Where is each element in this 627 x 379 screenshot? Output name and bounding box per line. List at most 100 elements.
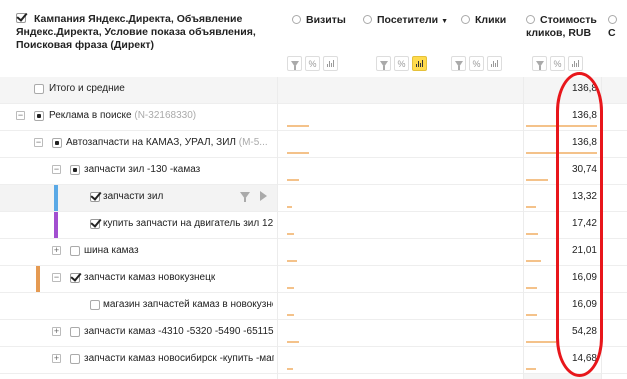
column-header-click-cost[interactable]: Стоимость кликов, RUB <box>526 14 598 40</box>
row-actions <box>240 191 267 202</box>
sort-desc-icon[interactable]: ▼ <box>441 18 448 25</box>
percent-button[interactable]: % <box>550 56 565 71</box>
filter-icon[interactable] <box>376 56 391 71</box>
row-label: запчасти камаз новосибирск -купить -мага… <box>84 353 274 364</box>
click-cost-bar <box>526 233 538 235</box>
visits-bar <box>287 233 294 235</box>
checkbox[interactable] <box>34 111 44 121</box>
table-row-hovered[interactable]: запчасти зил 13,32 <box>0 185 627 212</box>
click-cost-bar <box>526 206 536 208</box>
chart-bars-icon[interactable] <box>412 56 427 71</box>
checkbox[interactable] <box>90 300 100 310</box>
visits-bar <box>287 368 293 370</box>
column-divider <box>277 77 278 379</box>
table-row[interactable]: − запчасти камаз новокузнецк 16,09 <box>0 266 627 293</box>
column-header-visitors[interactable]: Посетители ▼ <box>363 14 448 28</box>
play-icon[interactable] <box>260 191 267 201</box>
radio-icon[interactable] <box>526 15 535 24</box>
filter-icon[interactable] <box>532 56 547 71</box>
chart-bars-icon[interactable] <box>487 56 502 71</box>
tree-cell: + шина камаз <box>0 239 277 265</box>
expand-icon[interactable]: + <box>52 327 61 336</box>
collapse-icon[interactable]: − <box>52 273 61 282</box>
column-header-campaign-label: Кампания Яндекс.Директа, Объявление Янде… <box>16 13 256 51</box>
click-cost-bar <box>526 368 536 370</box>
filter-icon[interactable] <box>240 192 250 202</box>
tree-cell: + запчасти камаз новосибирск -купить -ма… <box>0 347 277 373</box>
checkbox[interactable] <box>70 165 80 175</box>
row-label: Итого и средние <box>49 83 125 94</box>
series-color-marker <box>54 212 58 238</box>
checkbox-checked-icon[interactable] <box>90 219 100 229</box>
series-color-marker <box>36 266 40 292</box>
table-row[interactable]: + запчасти камаз новосибирск -купить -ма… <box>0 347 627 374</box>
row-label: Автозапчасти на КАМАЗ, УРАЛ, ЗИЛ (M-5... <box>66 137 268 148</box>
radio-icon[interactable] <box>363 15 372 24</box>
row-label: запчасти камаз -4310 -5320 -5490 -65115 … <box>84 326 274 337</box>
visits-bar <box>287 314 294 316</box>
tree-cell: − запчасти камаз новокузнецк <box>0 266 277 292</box>
percent-button[interactable]: % <box>305 56 320 71</box>
row-label: магазин запчастей камаз в новокузне... <box>103 299 273 310</box>
radio-icon[interactable] <box>461 15 470 24</box>
percent-button[interactable]: % <box>469 56 484 71</box>
click-cost-bar <box>526 341 556 343</box>
checkbox-checked-icon[interactable] <box>16 13 26 23</box>
table-row[interactable]: − Реклама в поиске (N-32168330) 136,8 <box>0 104 627 131</box>
radio-icon[interactable] <box>292 15 301 24</box>
table-row[interactable]: купить запчасти на двигатель зил 120 ...… <box>0 212 627 239</box>
checkbox[interactable] <box>70 354 80 364</box>
radio-icon[interactable] <box>608 15 617 24</box>
visits-bar <box>287 260 297 262</box>
table-row[interactable]: + запчасти камаз -4310 -5320 -5490 -6511… <box>0 320 627 347</box>
row-label: Реклама в поиске (N-32168330) <box>49 110 197 121</box>
row-label: запчасти камаз новокузнецк <box>84 272 216 283</box>
expand-icon[interactable]: + <box>52 246 61 255</box>
row-label: шина камаз <box>84 245 139 256</box>
column-header-next[interactable]: С <box>608 14 627 40</box>
column-header-clicks[interactable]: Клики <box>461 14 506 27</box>
percent-button[interactable]: % <box>394 56 409 71</box>
tree-cell: + запчасти камаз -4310 -5320 -5490 -6511… <box>0 320 277 346</box>
visits-tools: % <box>287 56 338 71</box>
filter-icon[interactable] <box>287 56 302 71</box>
chart-bars-icon[interactable] <box>568 56 583 71</box>
expand-icon[interactable]: + <box>52 354 61 363</box>
visitors-tools: % <box>376 56 427 71</box>
visits-bar <box>287 206 292 208</box>
table-header: Кампания Яндекс.Директа, Объявление Янде… <box>0 0 627 77</box>
table-row-totals: Итого и средние 136,8 <box>0 77 627 104</box>
visits-bar <box>287 179 299 181</box>
table-row[interactable]: магазин запчастей камаз в новокузне... 1… <box>0 293 627 320</box>
clicks-tools: % <box>451 56 502 71</box>
checkbox[interactable] <box>34 84 44 94</box>
checkbox[interactable] <box>70 327 80 337</box>
table-row[interactable]: − запчасти зил -130 -камаз 30,74 <box>0 158 627 185</box>
visits-bar <box>287 152 309 154</box>
visits-bar <box>287 125 309 127</box>
column-header-campaign[interactable]: Кампания Яндекс.Директа, Объявление Янде… <box>16 13 278 52</box>
table-row[interactable]: + шина камаз 21,01 <box>0 239 627 266</box>
click-cost-bar <box>526 179 548 181</box>
checkbox[interactable] <box>70 246 80 256</box>
column-header-visits[interactable]: Визиты <box>292 14 346 27</box>
collapse-icon[interactable]: − <box>16 111 25 120</box>
checkbox-checked-icon[interactable] <box>70 273 80 283</box>
row-label: запчасти зил -130 -камаз <box>84 164 201 175</box>
chart-bars-icon[interactable] <box>323 56 338 71</box>
tree-cell: купить запчасти на двигатель зил 120 ... <box>0 212 277 238</box>
click-cost-bar <box>526 287 537 289</box>
filter-icon[interactable] <box>451 56 466 71</box>
column-divider <box>523 77 524 379</box>
table-row[interactable]: − Автозапчасти на КАМАЗ, УРАЛ, ЗИЛ (M-5.… <box>0 131 627 158</box>
collapse-icon[interactable]: − <box>52 165 61 174</box>
checkbox[interactable] <box>52 138 62 148</box>
collapse-icon[interactable]: − <box>34 138 43 147</box>
tree-cell: − Реклама в поиске (N-32168330) <box>0 104 277 130</box>
tree-cell: Итого и средние <box>0 77 277 103</box>
tree-cell: магазин запчастей камаз в новокузне... <box>0 293 277 319</box>
tree-cell: запчасти зил <box>0 185 277 211</box>
visits-bar <box>287 287 294 289</box>
row-label: запчасти зил <box>103 191 164 202</box>
checkbox-checked-icon[interactable] <box>90 192 100 202</box>
